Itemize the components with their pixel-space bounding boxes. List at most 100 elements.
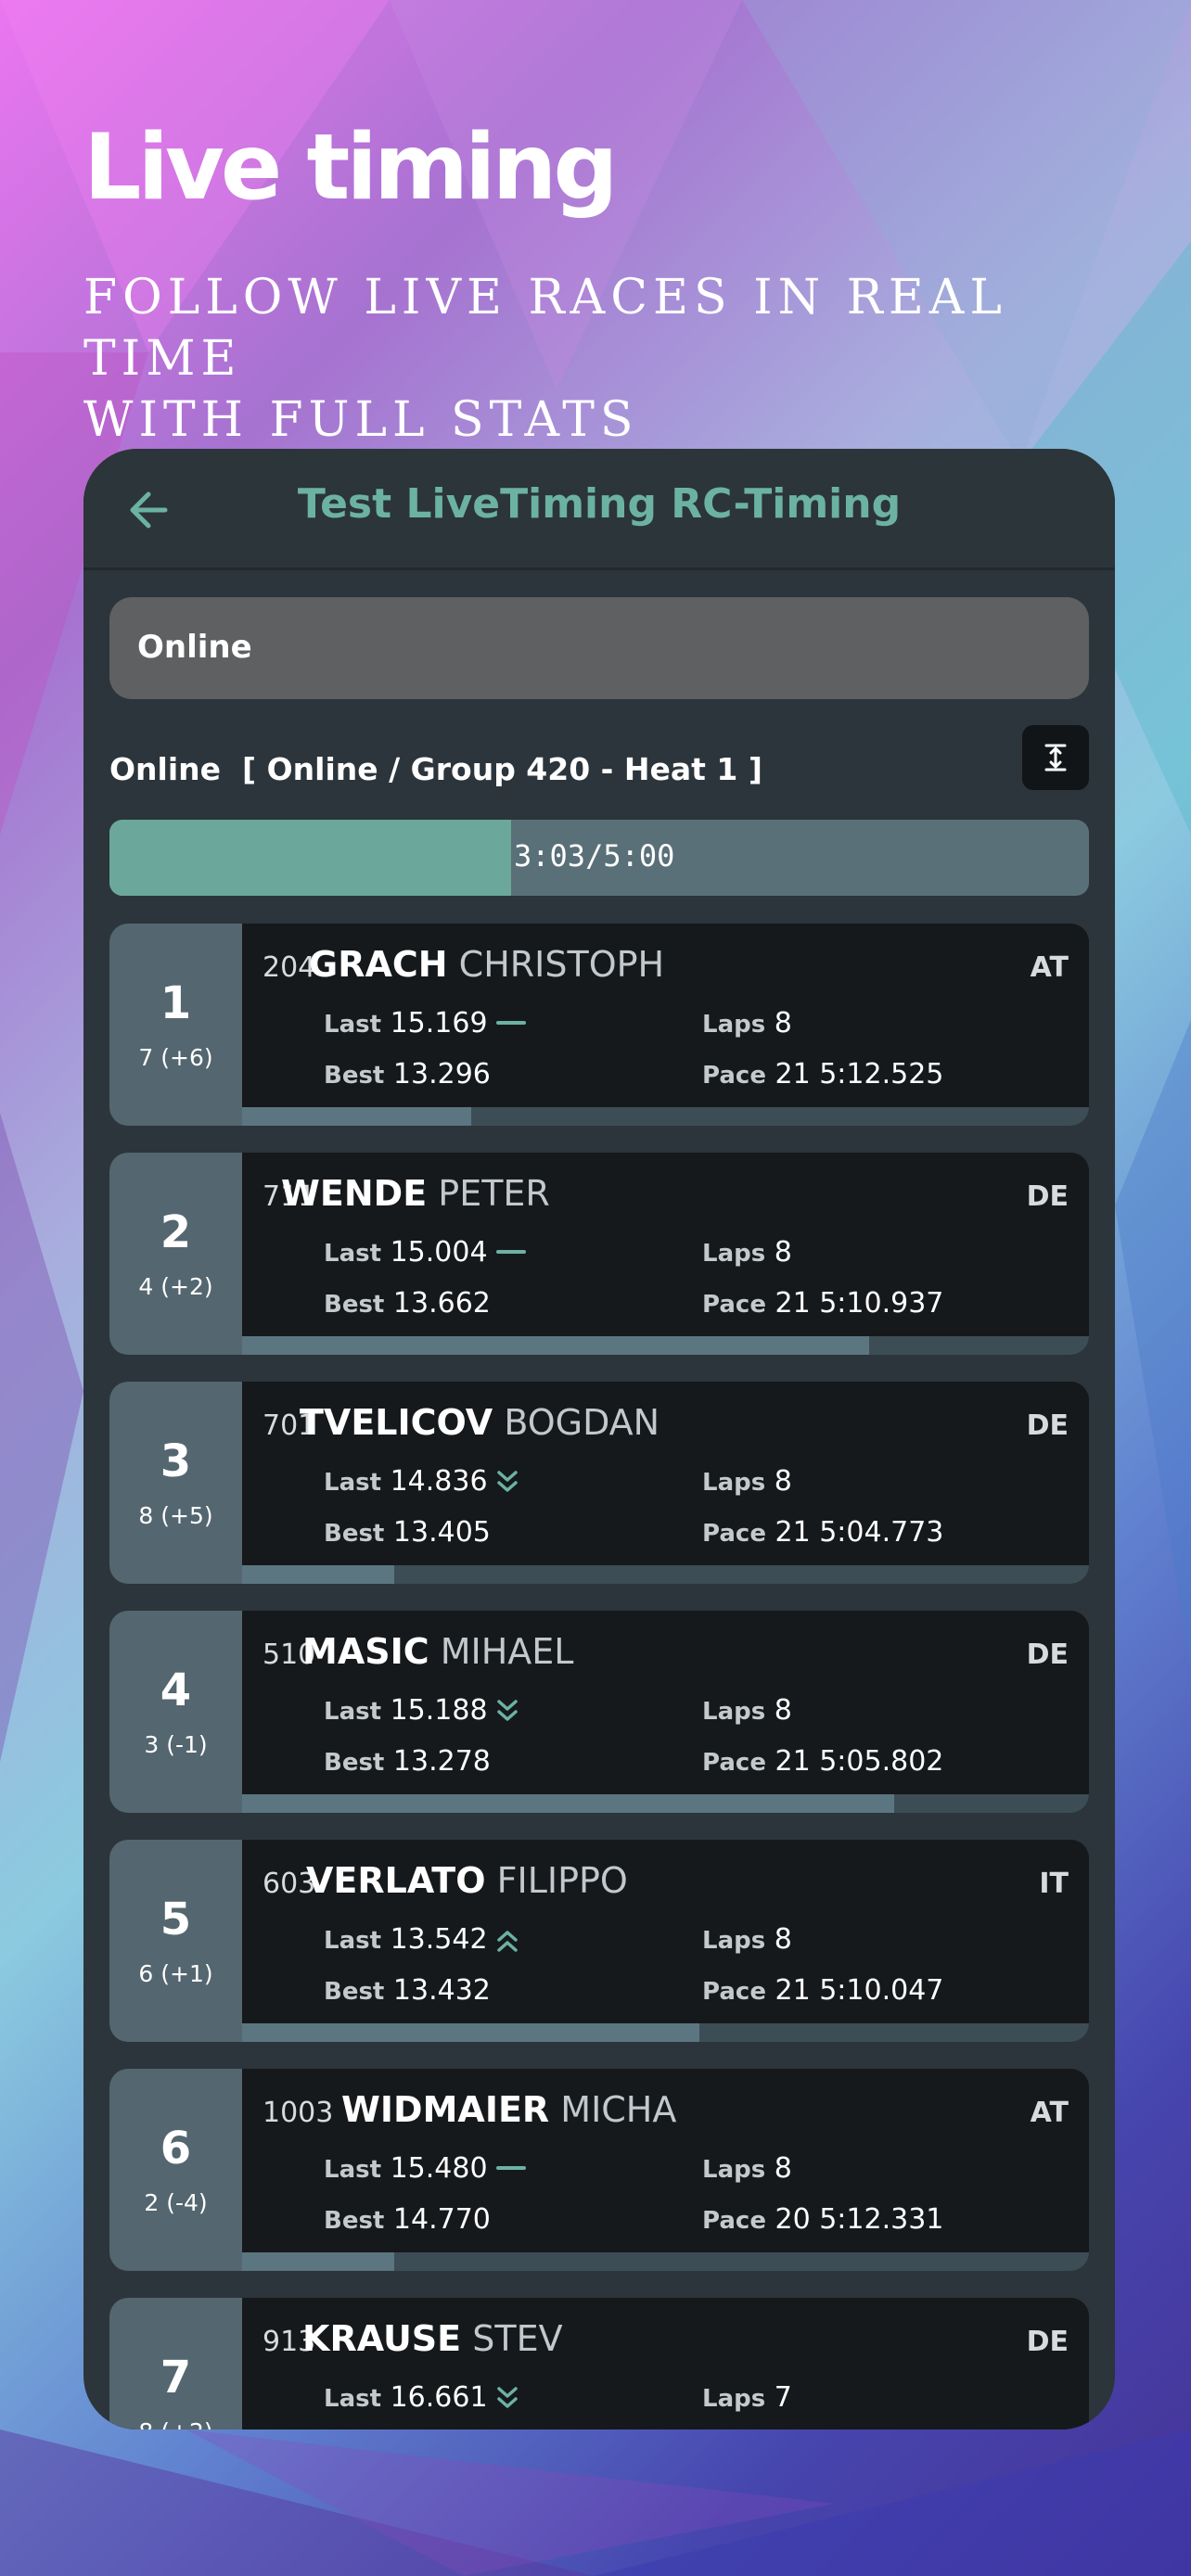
laps: Laps 7 — [702, 2381, 792, 2414]
pace-value: 21 5:10.047 — [775, 1974, 944, 2007]
driver-name: WENDE PETER — [281, 1173, 550, 1214]
country-code: AT — [1030, 951, 1069, 984]
pace-label: Pace — [702, 1291, 766, 1319]
results-list: 17 (+6) 204 GRACH CHRISTOPH AT Last 15.169 La… — [109, 924, 1089, 2429]
position-box: 5 6 (+1) — [109, 1840, 242, 2042]
best-label: Best — [324, 1520, 385, 1548]
best-lap-time: 13.278 — [392, 1745, 491, 1778]
country-code: AT — [1030, 2097, 1069, 2129]
expand-button[interactable] — [1022, 725, 1089, 790]
driver-name: TVELICOV BOGDAN — [300, 1402, 660, 1443]
pace-value: 20 5:12.331 — [775, 2203, 944, 2236]
laps: Laps 8 — [702, 1694, 792, 1727]
pace-label: Pace — [702, 2207, 766, 2235]
lap-progress-fill — [242, 1107, 471, 1126]
best-lap: Best 13.405 — [324, 1516, 491, 1549]
pace-label: Pace — [702, 1978, 766, 2006]
position-box: 4 3 (-1) — [109, 1611, 242, 1813]
position: 5 — [160, 1894, 192, 1945]
position-box: 2 4 (+2) — [109, 1153, 242, 1355]
lap-progress-track — [242, 1794, 1089, 1813]
driver-info: 510 MASIC MIHAEL DE Last 15.188 Laps 8 Best 1… — [242, 1611, 1089, 1794]
laps-value: 8 — [774, 1694, 792, 1727]
start-position: 6 (+1) — [138, 1960, 213, 1987]
driver-info: 1003 WIDMAIER MICHA AT Last 15.480 Laps 8 Bes… — [242, 2069, 1089, 2252]
race-time: 3:03/5:00 — [514, 838, 675, 874]
race-progress-bar: 3:03/5:00 — [109, 820, 1089, 896]
laps-label: Laps — [702, 1240, 766, 1268]
trend-down-icon — [496, 1470, 518, 1492]
country-code: IT — [1039, 1868, 1069, 1900]
driver-info: 204 GRACH CHRISTOPH AT Last 15.169 Laps 8 Bes… — [242, 924, 1089, 1107]
driver-name: WIDMAIER MICHA — [341, 2089, 676, 2130]
driver-lastname: WENDE — [281, 1173, 428, 1214]
driver-firstname: FILIPPO — [496, 1860, 628, 1901]
last-lap: Last 15.188 — [324, 1694, 519, 1727]
last-lap-time: 13.542 — [390, 1923, 488, 1956]
best-label: Best — [324, 1749, 385, 1777]
pace-label: Pace — [702, 1749, 766, 1777]
pace: Pace 21 5:10.937 — [702, 1287, 943, 1320]
result-row[interactable]: 78 (+2)913KRAUSE STEVDELast 16.661Laps 7 — [109, 2298, 1089, 2429]
best-label: Best — [324, 2207, 385, 2235]
laps: Laps 8 — [702, 1465, 792, 1498]
last-lap: Last 15.004 — [324, 1236, 527, 1269]
result-row[interactable]: 43 (-1) 510 MASIC MIHAEL DE Last 15.188 Laps … — [109, 1611, 1089, 1813]
laps-value: 8 — [774, 1465, 792, 1498]
app-bar: Test LiveTiming RC-Timing — [83, 449, 1115, 570]
pace-value: 21 5:10.937 — [775, 1287, 944, 1320]
best-lap: Best 14.770 — [324, 2203, 491, 2236]
laps-label: Laps — [702, 1469, 766, 1497]
trend-down-icon — [496, 1699, 518, 1721]
position: 1 — [160, 977, 192, 1029]
trend-flat-icon — [495, 1249, 526, 1254]
result-row[interactable]: 38 (+5) 701 TVELICOV BOGDAN DE Last 14.836 La… — [109, 1382, 1089, 1584]
start-position: 8 (+5) — [138, 1502, 213, 1529]
driver-name: MASIC MIHAEL — [302, 1631, 573, 1672]
pace: Pace 20 5:12.331 — [702, 2203, 943, 2236]
last-lap-time: 15.188 — [390, 1694, 488, 1727]
laps: Laps 8 — [702, 2152, 792, 2185]
pace-value: 21 5:04.773 — [775, 1516, 944, 1549]
last-label: Last — [324, 1469, 382, 1497]
position: 6 — [160, 2123, 192, 2174]
driver-lastname: KRAUSE — [302, 2318, 462, 2359]
session-filter-value: Online — [137, 629, 252, 666]
best-label: Best — [324, 1978, 385, 2006]
hero-subtitle-line-2: WITH FULL STATS — [83, 392, 639, 448]
result-row[interactable]: 24 (+2) 711 WENDE PETER DE Last 15.004 Laps 8… — [109, 1153, 1089, 1355]
last-label: Last — [324, 1927, 382, 1955]
best-label: Best — [324, 1062, 385, 1090]
best-lap-time: 13.296 — [392, 1058, 491, 1090]
last-lap: Last 15.480 — [324, 2152, 527, 2185]
pace: Pace 21 5:05.802 — [702, 1745, 943, 1778]
position-box: 7 8 (+2) — [109, 2298, 242, 2429]
lap-progress-fill — [242, 2252, 395, 2271]
driver-firstname: MICHA — [560, 2089, 677, 2130]
start-position: 4 (+2) — [138, 1273, 213, 1300]
car-number: 1003 — [263, 2097, 334, 2129]
last-label: Last — [324, 1240, 382, 1268]
last-label: Last — [324, 1011, 382, 1039]
hero-subtitle: FOLLOW LIVE RACES IN REAL TIME WITH FULL… — [83, 267, 1150, 451]
last-lap: Last 16.661 — [324, 2381, 519, 2414]
app-title: Test LiveTiming RC-Timing — [297, 480, 902, 528]
laps-value: 7 — [774, 2381, 792, 2414]
country-code: DE — [1026, 1409, 1069, 1442]
hero-title: Live timing — [83, 115, 619, 221]
driver-lastname: VERLATO — [306, 1860, 486, 1901]
result-row[interactable]: 17 (+6) 204 GRACH CHRISTOPH AT Last 15.169 La… — [109, 924, 1089, 1126]
session-filter-select[interactable]: Online — [109, 597, 1089, 699]
best-lap: Best 13.278 — [324, 1745, 491, 1778]
driver-info: 711 WENDE PETER DE Last 15.004 Laps 8 Best 13… — [242, 1153, 1089, 1336]
last-lap-time: 15.169 — [390, 1007, 488, 1039]
result-row[interactable]: 56 (+1) 603 VERLATO FILIPPO IT Last 13.542 La… — [109, 1840, 1089, 2042]
driver-firstname: CHRISTOPH — [458, 944, 665, 985]
trend-down-icon — [496, 2386, 518, 2408]
pace-value: 21 5:05.802 — [775, 1745, 944, 1778]
last-lap-time: 15.480 — [390, 2152, 488, 2185]
result-row[interactable]: 62 (-4) 1003 WIDMAIER MICHA AT Last 15.480 La… — [109, 2069, 1089, 2271]
country-code: DE — [1026, 2326, 1069, 2358]
last-lap-time: 15.004 — [390, 1236, 488, 1269]
position: 7 — [160, 2352, 192, 2404]
